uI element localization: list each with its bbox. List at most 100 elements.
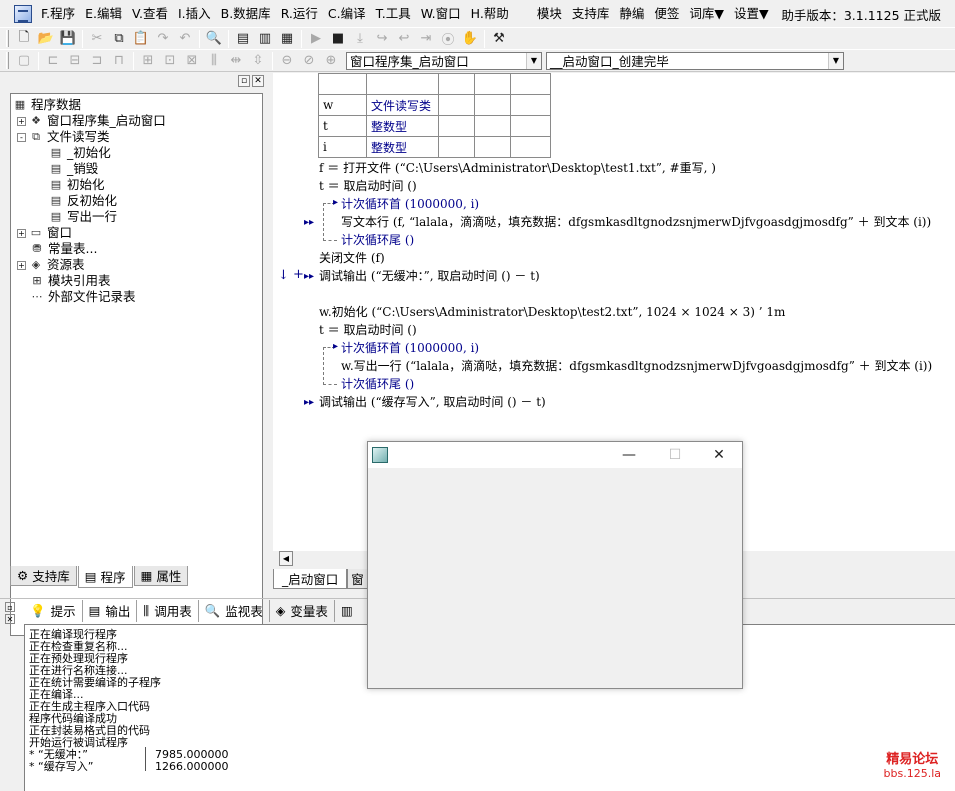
copy-icon[interactable]: ⧉ [108,29,130,49]
expand-icon[interactable]: + [17,228,26,238]
center-v-icon[interactable]: ⊘ [298,51,320,71]
run-icon[interactable]: ▶ [305,29,327,49]
menu-window[interactable]: W.窗口 [416,0,466,28]
helper-tool-icon[interactable]: ⚒ [488,29,510,49]
chevron-down-icon[interactable]: ▼ [828,52,843,69]
expand-icon[interactable]: + [17,116,26,126]
menu-dictionary[interactable]: 词库▼ [684,0,729,28]
tab-startup-window[interactable]: _启动窗口 [273,569,348,589]
tab-watch[interactable]: 🔍 监视表 [199,599,270,622]
var-name-cell[interactable]: i [318,136,367,158]
var-cell[interactable] [510,73,551,95]
var-name-cell[interactable]: w [318,94,367,116]
center-h-icon[interactable]: ⊖ [276,51,298,71]
step-over-icon[interactable]: ↪ [371,29,393,49]
v-distribute-icon[interactable]: ⇳ [247,51,269,71]
pane-close-icon[interactable]: ✕ [252,75,264,87]
menu-view[interactable]: V.查看 [127,0,173,28]
var-name-cell[interactable] [318,73,367,95]
menu-notes[interactable]: 便签 [649,0,684,28]
tree-item-assembly[interactable]: + ❖ 窗口程序集_启动窗口 [17,113,166,129]
tab-call-stack[interactable]: ⫼ 调用表 [137,599,199,622]
stop-icon[interactable]: ■ [327,29,349,49]
tree-item-constants[interactable]: ⛃ 常量表... [30,241,97,257]
tree-item-method[interactable]: ▤ _销毁 [49,161,98,177]
tree-item-method[interactable]: ▤ 反初始化 [49,193,117,209]
assembly-selector[interactable]: 窗口程序集_启动窗口 ▼ [346,51,542,70]
running-program-window[interactable]: — ☐ ✕ [367,441,743,689]
code-line[interactable]: 计次循环尾 () [341,375,414,393]
code-line[interactable]: 计次循环尾 () [341,231,414,249]
step-into-icon[interactable]: ⤓ [349,29,371,49]
layout-2-icon[interactable]: ▥ [254,29,276,49]
minimize-icon[interactable]: — [606,442,652,468]
align-top-icon[interactable]: ⊓ [108,51,130,71]
step-out-icon[interactable]: ↩ [393,29,415,49]
tree-item-method[interactable]: ▤ 初始化 [49,177,105,193]
var-type-cell[interactable]: 文件读写类 [366,94,439,116]
var-cell[interactable] [510,94,551,116]
hand-icon[interactable]: ✋ [459,29,481,49]
code-line[interactable]: w.写出一行 (“lalala，滴滴哒，填充数据：dfgsmkasdltgnod… [341,357,932,375]
align-right-icon[interactable]: ⊐ [86,51,108,71]
undo-icon[interactable]: ↶ [174,29,196,49]
code-line[interactable]: 关闭文件 (f) [319,249,385,267]
menu-static-compile[interactable]: 静编 [614,0,649,28]
var-type-cell[interactable] [366,73,439,95]
tree-item-class[interactable]: - ⧉ 文件读写类 [17,129,110,145]
maximize-icon[interactable]: ☐ [652,442,698,468]
tab-hint[interactable]: 💡 提示 [24,599,83,622]
var-cell[interactable] [474,94,511,116]
tree-item-method[interactable]: ▤ _初始化 [49,145,111,161]
tree-item-external-files[interactable]: ⋯ 外部文件记录表 [30,289,136,305]
var-cell[interactable] [474,73,511,95]
run-to-cursor-icon[interactable]: ⇥ [415,29,437,49]
pane-restore-icon[interactable]: ▫ [238,75,250,87]
expand-icon[interactable]: + [17,260,26,270]
save-icon[interactable]: 💾 [57,29,79,49]
tree-item-resources[interactable]: + ◈ 资源表 [17,257,85,273]
tab-properties[interactable]: ▦ 属性 [133,566,189,586]
code-line[interactable]: 计次循环首 (1000000, i) [341,195,479,213]
code-line[interactable]: t ＝ 取启动时间 () [319,321,417,339]
tree-item-window[interactable]: + ▭ 窗口 [17,225,72,241]
tree-item-method[interactable]: ▤ 写出一行 [49,209,117,225]
menu-tools[interactable]: T.工具 [371,0,416,28]
menu-support-lib[interactable]: 支持库 [567,0,615,28]
breakpoint-icon[interactable]: ⦿ [437,29,459,49]
code-line[interactable]: w.初始化 (“C:\Users\Administrator\Desktop\t… [319,303,785,321]
align-left-icon[interactable]: ⊏ [42,51,64,71]
tab-window[interactable]: 窗 [347,569,370,589]
h-spacing-icon[interactable]: ⫼ [203,51,225,71]
close-icon[interactable]: ✕ [696,442,742,468]
collapse-icon[interactable]: - [17,132,26,142]
cut-icon[interactable]: ✂ [86,29,108,49]
tree-root[interactable]: ▦ 程序数据 [13,97,81,113]
menu-module[interactable]: 模块 [532,0,567,28]
chevron-down-icon[interactable]: ▼ [526,52,541,69]
tab-output[interactable]: ▤ 输出 [83,599,138,622]
var-cell[interactable] [438,73,475,95]
var-cell[interactable] [510,115,551,137]
same-width-icon[interactable]: ⊞ [137,51,159,71]
redo-icon[interactable]: ↷ [152,29,174,49]
find-icon[interactable]: 🔍 [203,29,225,49]
var-type-cell[interactable]: 整数型 [366,115,439,137]
tab-support-lib[interactable]: ⚙ 支持库 [10,566,77,586]
code-line[interactable]: t ＝ 取启动时间 () [319,177,417,195]
code-line[interactable]: f ＝ 打开文件 (“C:\Users\Administrator\Deskto… [319,159,716,177]
layout-1-icon[interactable]: ▤ [232,29,254,49]
menu-insert[interactable]: I.插入 [173,0,216,28]
tab-program[interactable]: ▤ 程序 [77,566,133,588]
menu-run[interactable]: R.运行 [276,0,323,28]
tab-more[interactable]: ▥ [335,600,359,622]
var-name-cell[interactable]: t [318,115,367,137]
var-type-cell[interactable]: 整数型 [366,136,439,158]
same-size-icon[interactable]: ⊠ [181,51,203,71]
code-line[interactable]: 调试输出 (“缓存写入”, 取启动时间 () － t) [319,393,546,411]
var-cell[interactable] [510,136,551,158]
var-cell[interactable] [438,94,475,116]
menu-settings[interactable]: 设置▼ [729,0,774,28]
grid-icon[interactable]: ▢ [13,51,35,71]
scroll-left-icon[interactable]: ◀ [279,551,293,566]
